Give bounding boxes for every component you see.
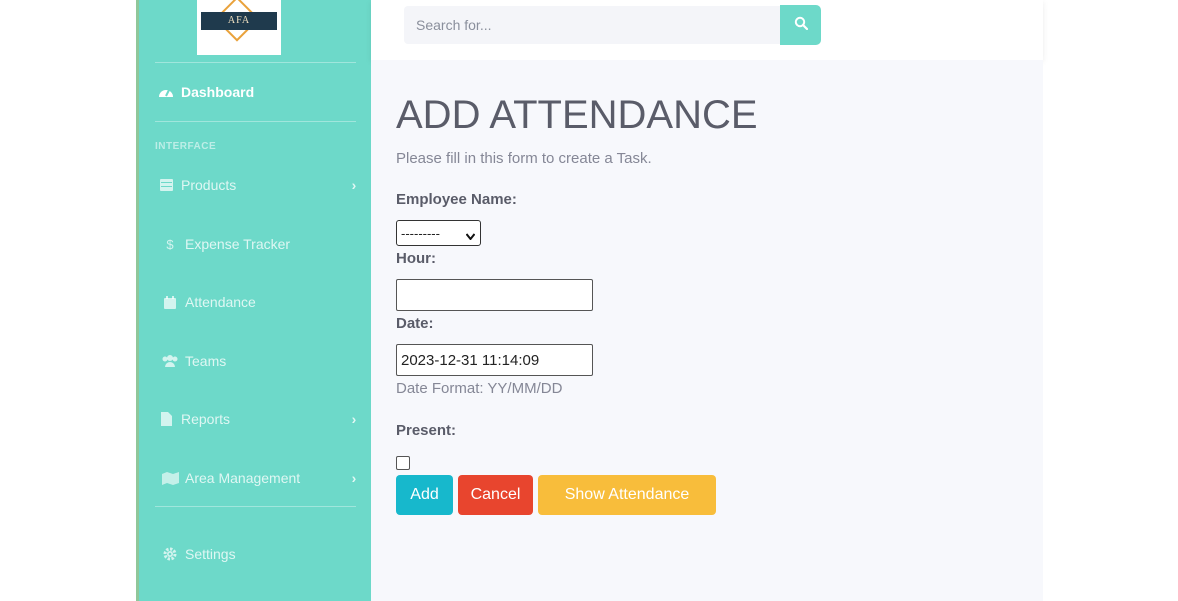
hour-input[interactable] (396, 279, 593, 311)
sidebar-item-label: Expense Tracker (185, 236, 291, 252)
employee-name-selected: --------- (401, 225, 440, 241)
sidebar-item-label: Dashboard (181, 84, 255, 100)
chevron-down-icon (465, 228, 476, 243)
present-checkbox[interactable] (396, 456, 410, 470)
sidebar-item-attendance[interactable]: Attendance (155, 288, 360, 316)
sidebar-item-label: Reports (181, 411, 231, 427)
search-button[interactable] (780, 5, 821, 45)
page-subtitle: Please fill in this form to create a Tas… (396, 150, 652, 167)
gear-icon (159, 547, 181, 561)
search-input[interactable] (404, 6, 780, 44)
sidebar-item-label: Settings (185, 546, 236, 562)
add-button[interactable]: Add (396, 475, 453, 515)
logo-text: AFA (201, 12, 277, 30)
chevron-right-icon: › (351, 411, 357, 427)
chevron-right-icon: › (351, 177, 357, 193)
sidebar-item-label: Teams (185, 353, 227, 369)
cancel-button[interactable]: Cancel (458, 475, 533, 515)
search-icon (794, 16, 808, 35)
sidebar-item-label: Products (181, 177, 237, 193)
sidebar-item-dashboard[interactable]: Dashboard (155, 78, 360, 106)
sidebar: AFA Dashboard INTERFACE Products › $ Exp… (136, 0, 371, 601)
sidebar-item-expense-tracker[interactable]: $ Expense Tracker (155, 230, 360, 258)
page-title: ADD ATTENDANCE (396, 93, 758, 137)
employee-name-select[interactable]: --------- (396, 220, 481, 246)
calendar-icon (159, 295, 181, 309)
page: AFA Dashboard INTERFACE Products › $ Exp… (0, 0, 1178, 601)
present-label: Present: (396, 422, 457, 439)
users-icon (159, 355, 181, 367)
date-input[interactable] (396, 344, 593, 376)
sidebar-item-settings[interactable]: Settings (155, 540, 360, 568)
sidebar-item-reports[interactable]: Reports › (155, 405, 360, 433)
tachometer-icon (155, 85, 177, 99)
sidebar-heading: INTERFACE (155, 141, 217, 152)
sidebar-divider (155, 121, 356, 122)
brand-logo[interactable]: AFA (197, 0, 281, 55)
sidebar-divider (155, 62, 356, 63)
date-label: Date: (396, 315, 434, 332)
main-content: ADD ATTENDANCE Please fill in this form … (371, 60, 1043, 601)
map-icon (159, 471, 181, 485)
employee-name-label: Employee Name: (396, 191, 517, 208)
table-icon (155, 179, 177, 191)
topbar (371, 0, 1043, 60)
sidebar-item-teams[interactable]: Teams (155, 347, 360, 375)
date-format-hint: Date Format: YY/MM/DD (396, 380, 563, 397)
chevron-right-icon: › (351, 470, 357, 486)
sidebar-divider (155, 506, 356, 507)
sidebar-item-label: Attendance (185, 294, 256, 310)
hour-label: Hour: (396, 250, 436, 267)
show-attendance-button[interactable]: Show Attendance (538, 475, 716, 515)
sidebar-item-area-management[interactable]: Area Management › (155, 464, 360, 492)
sidebar-item-label: Area Management (185, 470, 301, 486)
dollar-icon: $ (166, 236, 174, 252)
file-icon (155, 412, 177, 426)
sidebar-item-products[interactable]: Products › (155, 171, 360, 199)
